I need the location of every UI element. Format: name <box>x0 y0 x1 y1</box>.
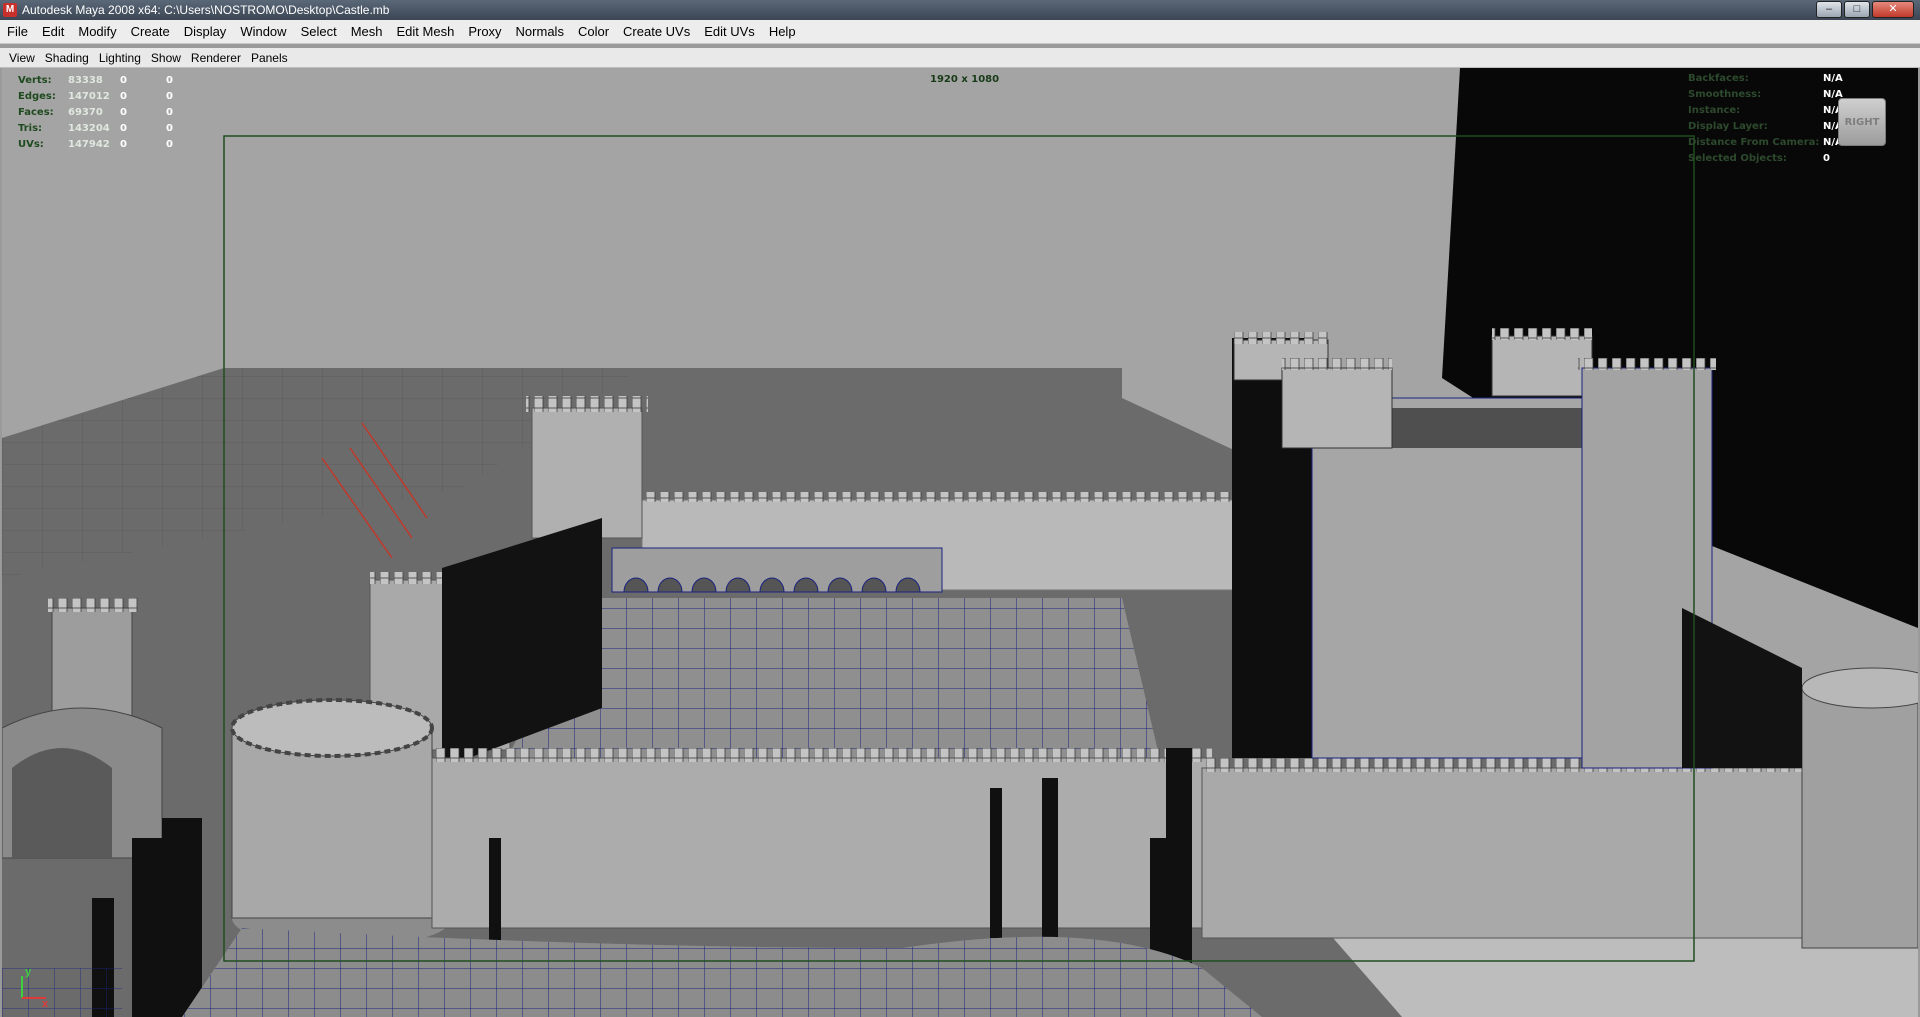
window-title: Autodesk Maya 2008 x64: C:\Users\NOSTROM… <box>22 3 390 17</box>
panel-menu-panels[interactable]: Panels <box>246 48 293 68</box>
panel-menu-shading[interactable]: Shading <box>40 48 94 68</box>
hud-row-uvs: UVs: 147942 0 0 <box>18 138 218 152</box>
hud-row-tris: Tris: 143204 0 0 <box>18 122 218 136</box>
hud-row-edges: Edges: 147012 0 0 <box>18 90 218 104</box>
hud-row-selected-objects: Selected Objects: 0 <box>1688 152 1888 166</box>
title-bar: M Autodesk Maya 2008 x64: C:\Users\NOSTR… <box>0 0 1920 20</box>
keep-roof <box>1382 408 1612 448</box>
hud-value-total: 147012 <box>68 91 110 102</box>
hud-row-faces: Faces: 69370 0 0 <box>18 106 218 120</box>
front-wall-right <box>1201 767 1823 939</box>
hud-value-triangles: 0 <box>166 91 173 102</box>
hud-value-triangles: 0 <box>166 75 173 86</box>
hud-label: Selected Objects: <box>1688 153 1787 164</box>
3d-viewport[interactable]: Verts: 83338 0 0 Edges: 147012 0 0 Faces… <box>2 68 1918 1017</box>
poly-count-hud: Verts: 83338 0 0 Edges: 147012 0 0 Faces… <box>18 74 218 154</box>
hud-value-total: 69370 <box>68 107 103 118</box>
main-menu-bar: File Edit Modify Create Display Window S… <box>0 20 1920 44</box>
keep-tower-c-top <box>1492 328 1592 340</box>
keep-tower-b-top <box>1282 358 1392 370</box>
back-wall-battlements <box>642 492 1242 502</box>
maya-app-icon[interactable]: M <box>3 3 17 17</box>
left-back-tower-top <box>526 396 648 412</box>
hud-label: Edges: <box>18 91 56 102</box>
menu-edit[interactable]: Edit <box>35 20 71 44</box>
hud-label: Display Layer: <box>1688 121 1768 132</box>
maximize-button[interactable]: □ <box>1844 1 1870 18</box>
menu-mesh[interactable]: Mesh <box>344 20 390 44</box>
resolution-gate-label: 1920 x 1080 <box>930 74 1000 85</box>
left-back-tower <box>531 407 643 539</box>
hud-value-triangles: 0 <box>166 139 173 150</box>
menu-display[interactable]: Display <box>177 20 234 44</box>
hud-value-total: 147942 <box>68 139 110 150</box>
panel-menu-bar: View Shading Lighting Show Renderer Pane… <box>0 48 1920 68</box>
menu-create-uvs[interactable]: Create UVs <box>616 20 697 44</box>
hud-value-triangles: 0 <box>166 123 173 134</box>
hud-row-backfaces: Backfaces: N/A <box>1688 72 1888 86</box>
menu-edit-uvs[interactable]: Edit UVs <box>697 20 762 44</box>
menu-file[interactable]: File <box>0 20 35 44</box>
hud-label: Verts: <box>18 75 52 86</box>
hud-value-selected: 0 <box>120 75 127 86</box>
panel-menu-renderer[interactable]: Renderer <box>186 48 246 68</box>
minimize-button[interactable]: – <box>1816 1 1842 18</box>
menu-normals[interactable]: Normals <box>509 20 571 44</box>
hud-value: 0 <box>1823 153 1830 164</box>
front-wall <box>431 757 1213 929</box>
keep-tower-c <box>1491 335 1593 397</box>
hud-label: Instance: <box>1688 105 1741 116</box>
castle-scene <box>2 68 1918 1017</box>
close-button[interactable]: ✕ <box>1872 1 1914 18</box>
hud-label: Backfaces: <box>1688 73 1749 84</box>
round-tower-right <box>1801 687 1918 949</box>
hud-label: Faces: <box>18 107 54 118</box>
hud-value-total: 143204 <box>68 123 110 134</box>
hud-value-selected: 0 <box>120 91 127 102</box>
hud-label: Smoothness: <box>1688 89 1762 100</box>
far-left-tower-top <box>48 598 138 612</box>
hud-value-triangles: 0 <box>166 107 173 118</box>
panel-menu-show[interactable]: Show <box>146 48 186 68</box>
hud-value-selected: 0 <box>120 139 127 150</box>
arcade-arches <box>623 577 921 593</box>
hud-label: Distance From Camera: <box>1688 137 1820 148</box>
view-cube[interactable]: RIGHT <box>1838 98 1886 146</box>
keep-tower-b <box>1281 367 1393 449</box>
far-left-arch-hole <box>12 748 112 858</box>
hud-label: UVs: <box>18 139 44 150</box>
axis-x-label: x <box>42 998 49 1010</box>
hud-value-total: 83338 <box>68 75 103 86</box>
panel-menu-lighting[interactable]: Lighting <box>94 48 146 68</box>
menu-select[interactable]: Select <box>294 20 344 44</box>
hud-label: Tris: <box>18 123 43 134</box>
hud-value-selected: 0 <box>120 107 127 118</box>
menu-color[interactable]: Color <box>571 20 616 44</box>
menu-help[interactable]: Help <box>762 20 803 44</box>
menu-create[interactable]: Create <box>124 20 177 44</box>
hud-value: N/A <box>1823 73 1843 84</box>
panel-menu-view[interactable]: View <box>0 48 40 68</box>
menu-modify[interactable]: Modify <box>71 20 123 44</box>
front-wall-battlements <box>432 748 1212 762</box>
menu-proxy[interactable]: Proxy <box>461 20 508 44</box>
keep-tower-a-top <box>1234 332 1328 344</box>
axis-indicator-icon: y x <box>12 966 52 1010</box>
hud-value-selected: 0 <box>120 123 127 134</box>
hud-row-verts: Verts: 83338 0 0 <box>18 74 218 88</box>
axis-y-label: y <box>25 966 32 978</box>
keep-tower-d-top <box>1578 358 1716 370</box>
menu-window[interactable]: Window <box>233 20 293 44</box>
menu-edit-mesh[interactable]: Edit Mesh <box>390 20 462 44</box>
